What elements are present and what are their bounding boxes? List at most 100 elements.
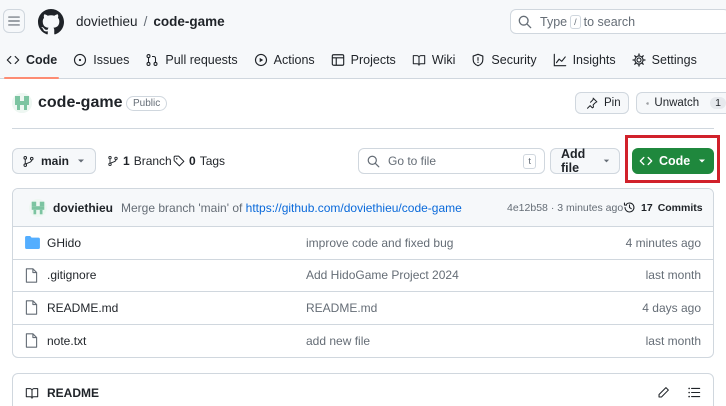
- latest-commit-bar: doviethieu Merge branch 'main' of https:…: [13, 189, 713, 227]
- search-shortcut-key: /: [570, 14, 581, 29]
- gear-icon: [632, 53, 646, 67]
- search-input[interactable]: Type / to search: [510, 9, 726, 34]
- tab-actions[interactable]: Actions: [248, 48, 325, 72]
- header-divider: [12, 128, 714, 129]
- folder-icon: [25, 236, 40, 250]
- pin-icon: [587, 97, 598, 109]
- breadcrumb: doviethieu / code-game: [76, 14, 225, 29]
- branches-link[interactable]: 1 Branch: [107, 154, 172, 168]
- file-commit-message[interactable]: Add HidoGame Project 2024: [306, 268, 459, 282]
- breadcrumb-repo[interactable]: code-game: [153, 14, 224, 29]
- tab-security[interactable]: Security: [465, 48, 546, 72]
- caret-down-icon: [603, 159, 610, 163]
- go-to-file-input[interactable]: Go to file t: [358, 148, 545, 174]
- commit-message-link[interactable]: https://github.com/doviethieu/code-game: [246, 201, 462, 215]
- tab-label: Security: [491, 53, 537, 67]
- tab-settings[interactable]: Settings: [626, 48, 707, 72]
- pencil-icon[interactable]: [657, 386, 670, 399]
- breadcrumb-separator: /: [143, 14, 148, 29]
- commit-author[interactable]: doviethieu: [53, 201, 113, 215]
- tag-icon: [173, 155, 185, 167]
- branch-label: Branch: [133, 154, 172, 168]
- commits-link[interactable]: 17 Commits: [623, 201, 703, 214]
- code-button-label: Code: [659, 154, 691, 168]
- file-icon: [25, 268, 38, 283]
- commit-hash-value[interactable]: 4e12b58: [507, 202, 548, 214]
- readme-title[interactable]: README: [47, 386, 99, 400]
- tab-label: Wiki: [431, 53, 456, 67]
- file-row[interactable]: README.md README.md 4 days ago: [13, 292, 713, 325]
- file-commit-date: last month: [645, 333, 701, 348]
- commit-message-text: Merge branch 'main' of: [121, 200, 243, 215]
- global-header: doviethieu / code-game Type / to search …: [0, 0, 726, 79]
- book-icon: [412, 55, 426, 66]
- tab-label: Insights: [572, 53, 616, 67]
- file-row[interactable]: GHido improve code and fixed bug 4 minut…: [13, 227, 713, 260]
- search-suffix: to search: [583, 14, 636, 29]
- repo-nav-tabs: Code Issues Pull requests Actions Projec…: [0, 48, 707, 79]
- tags-link[interactable]: 0 Tags: [173, 154, 225, 168]
- file-commit-message[interactable]: improve code and fixed bug: [306, 236, 453, 250]
- tab-insights[interactable]: Insights: [547, 48, 626, 72]
- go-to-file-shortcut: t: [523, 154, 536, 169]
- history-icon: [623, 202, 635, 213]
- repo-title[interactable]: code-game: [38, 94, 122, 112]
- tab-code[interactable]: Code: [0, 48, 67, 79]
- shield-icon: [473, 53, 484, 67]
- file-name[interactable]: note.txt: [47, 334, 86, 348]
- file-name[interactable]: README.md: [47, 301, 118, 315]
- list-unordered-icon[interactable]: [687, 386, 701, 399]
- play-icon: [254, 53, 267, 67]
- tab-pull-requests[interactable]: Pull requests: [139, 48, 247, 72]
- search-prefix: Type: [540, 14, 568, 29]
- branch-name: main: [41, 154, 70, 168]
- github-logo-icon[interactable]: [38, 9, 64, 35]
- book-icon: [25, 388, 39, 399]
- breadcrumb-owner[interactable]: doviethieu: [76, 14, 138, 29]
- tab-label: Actions: [273, 53, 315, 67]
- avatar[interactable]: [29, 198, 47, 217]
- tag-count: 0: [189, 154, 196, 168]
- graph-icon: [553, 53, 566, 67]
- commits-label: Commits: [657, 201, 703, 214]
- tab-wiki[interactable]: Wiki: [406, 48, 466, 72]
- git-branch-icon: [23, 155, 34, 167]
- file-icon: [25, 300, 38, 315]
- visibility-badge: Public: [126, 96, 168, 111]
- file-row[interactable]: .gitignore Add HidoGame Project 2024 las…: [13, 260, 713, 292]
- tab-issues[interactable]: Issues: [67, 48, 139, 72]
- tab-label: Projects: [350, 53, 396, 67]
- file-commit-date: 4 minutes ago: [625, 235, 701, 250]
- branch-selector[interactable]: main: [12, 148, 96, 174]
- git-branch-icon: [108, 155, 118, 167]
- readme-header: README: [12, 373, 714, 406]
- tab-label: Issues: [93, 53, 130, 67]
- add-file-button[interactable]: Add file: [550, 147, 620, 175]
- tag-label: Tags: [199, 154, 226, 168]
- commit-message: Merge branch 'main' of https://github.co…: [121, 201, 462, 215]
- file-commit-date: last month: [645, 268, 701, 283]
- unwatch-button[interactable]: Unwatch 1: [636, 92, 726, 114]
- commit-hash: 4e12b58 · 3 minutes ago: [507, 202, 623, 214]
- search-icon: [367, 155, 380, 167]
- code-button[interactable]: Code: [632, 148, 714, 174]
- pin-button[interactable]: Pin: [575, 92, 629, 114]
- unwatch-label: Unwatch: [654, 97, 700, 109]
- file-commit-message[interactable]: README.md: [306, 301, 377, 315]
- file-name[interactable]: GHido: [47, 236, 81, 250]
- hamburger-icon: [8, 16, 20, 26]
- eye-icon: [646, 101, 650, 105]
- file-row[interactable]: note.txt add new file last month: [13, 325, 713, 358]
- branch-count: 1: [123, 154, 130, 168]
- tab-projects[interactable]: Projects: [325, 48, 406, 72]
- code-icon: [6, 55, 20, 65]
- caret-down-icon: [78, 159, 84, 163]
- file-name[interactable]: .gitignore: [47, 268, 96, 282]
- caret-down-icon: [699, 159, 705, 163]
- code-icon: [639, 156, 653, 166]
- file-commit-message[interactable]: add new file: [306, 334, 370, 348]
- menu-button[interactable]: [3, 9, 25, 33]
- tab-label: Code: [26, 53, 58, 67]
- tab-label: Pull requests: [165, 53, 238, 67]
- go-to-file-placeholder: Go to file: [388, 154, 437, 168]
